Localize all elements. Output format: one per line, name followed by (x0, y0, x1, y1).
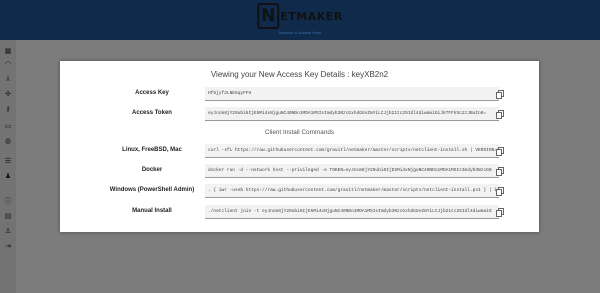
copy-icon[interactable] (496, 187, 504, 196)
manual-install-field[interactable]: ./netclient join -t eyJncm8jY29ubi6IjE5M… (205, 205, 499, 219)
grid-icon[interactable]: ▦ (4, 47, 12, 55)
linux-install-label: Linux, FreeBSD, Mac (122, 147, 182, 153)
netmaker-logo[interactable]: N ETMAKER (257, 3, 343, 29)
windows-install-row: Windows (PowerShell Admin) . { iwr -useb… (60, 184, 539, 198)
copy-icon[interactable] (496, 167, 504, 176)
manual-install-row: Manual Install ./netclient join -t eyJnc… (60, 205, 539, 219)
logo-n-icon: N (257, 3, 280, 29)
list-icon[interactable]: ☰ (4, 157, 12, 165)
globe-icon[interactable]: ◍ (4, 137, 12, 145)
docker-install-row: Docker docker run -d --network host --pr… (60, 164, 539, 178)
copy-icon[interactable] (496, 90, 504, 99)
docker-install-label: Docker (141, 167, 163, 173)
hub-icon[interactable]: ✣ (4, 90, 12, 98)
key-icon[interactable]: ⚷ (4, 105, 12, 113)
section-heading: Client Install Commands (264, 129, 335, 136)
access-token-row: Access Token eyJncm8jY29ubi6IjE5Mi4xNjgu… (60, 107, 539, 121)
wifi-icon[interactable]: ◠ (4, 60, 12, 68)
info-icon[interactable]: ⓘ (4, 197, 12, 205)
docker-install-field[interactable]: docker run -d --network host --privilege… (205, 164, 499, 178)
top-app-bar: N ETMAKER Network & Access Keys (0, 0, 600, 40)
windows-install-field[interactable]: . { iwr -useb https://raw.githubusercont… (205, 184, 499, 198)
people-icon[interactable]: ♟ (4, 172, 12, 180)
logout-icon[interactable]: ⇥ (4, 242, 12, 250)
nodes-icon[interactable]: ⅄ (4, 75, 12, 83)
brand-name: ETMAKER (280, 9, 343, 23)
card-icon[interactable]: ▭ (4, 122, 12, 130)
book-icon[interactable]: ▤ (4, 212, 12, 220)
copy-icon[interactable] (496, 208, 504, 217)
access-key-row: Access Key Hf6jyf2LNE8qyFFH (60, 87, 539, 101)
manual-install-label: Manual Install (132, 208, 172, 214)
linux-install-field[interactable]: curl -sfL https://raw.githubusercontent.… (205, 144, 499, 158)
access-token-field[interactable]: eyJncm8jY29ubi6IjE5Mi4xNjguNC40NDo1MDA1M… (205, 107, 499, 121)
windows-install-label: Windows (PowerShell Admin) (109, 187, 195, 193)
access-key-field[interactable]: Hf6jyf2LNE8qyFFH (205, 87, 499, 101)
sidebar: ▦ ◠ ⅄ ✣ ⚷ ▭ ◍ ☰ ♟ ⓘ ▤ ♙ ⇥ (0, 40, 16, 293)
copy-icon[interactable] (496, 147, 504, 156)
access-key-details-dialog: Viewing your New Access Key Details : ke… (60, 61, 539, 232)
page-subtitle: Network & Access Keys (278, 30, 322, 35)
copy-icon[interactable] (496, 110, 504, 119)
dialog-title: Viewing your New Access Key Details : ke… (210, 70, 389, 79)
access-token-label: Access Token (132, 110, 172, 116)
access-key-label: Access Key (135, 90, 169, 96)
linux-install-row: Linux, FreeBSD, Mac curl -sfL https://ra… (60, 144, 539, 158)
user-icon[interactable]: ♙ (4, 227, 12, 235)
